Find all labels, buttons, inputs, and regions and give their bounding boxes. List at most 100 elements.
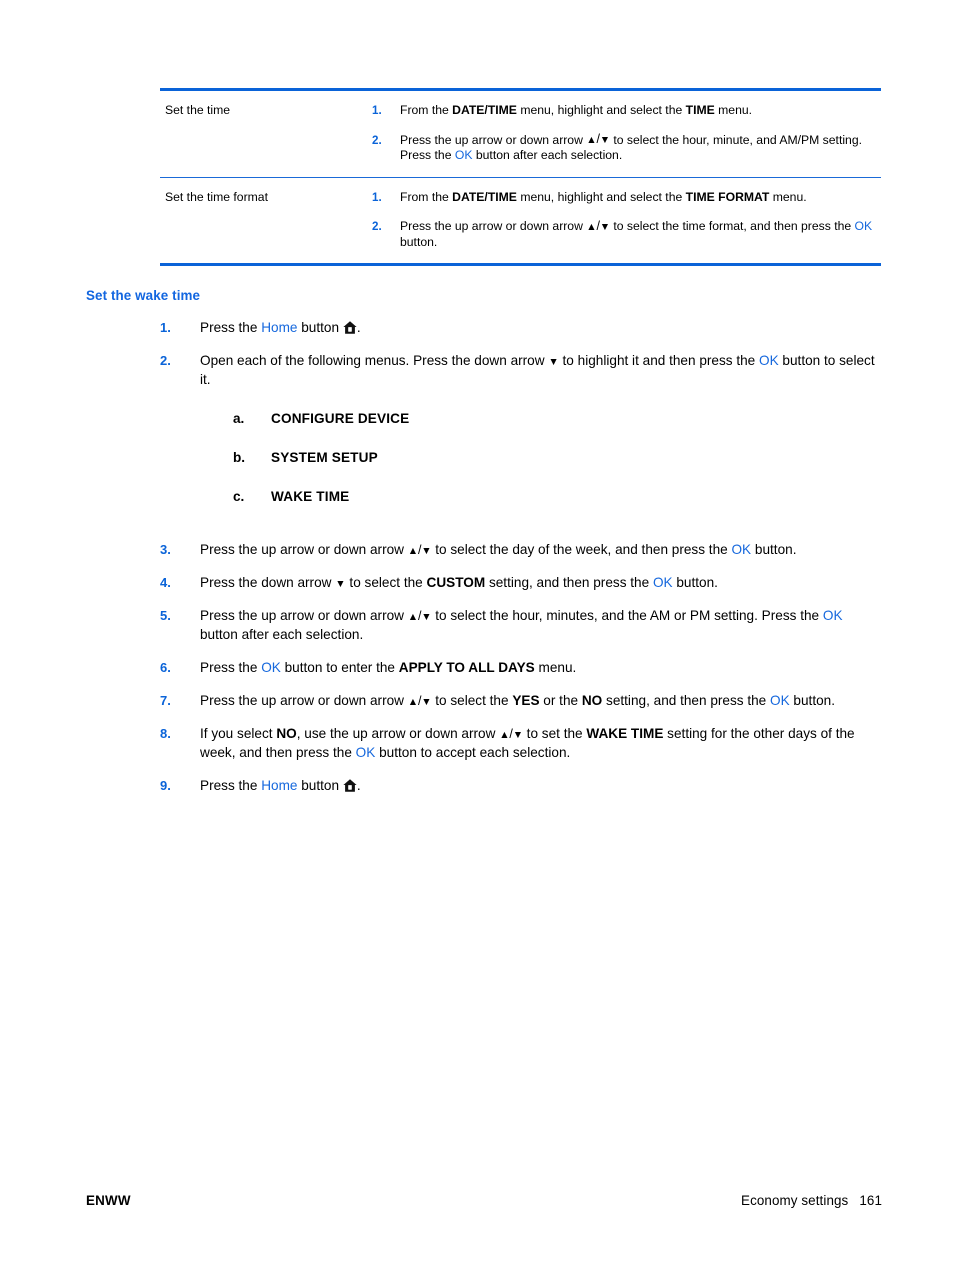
arrow-down-icon: ▼ (548, 355, 559, 368)
menu-name-date-time: DATE/TIME (452, 189, 517, 204)
table-step-number: 1. (372, 104, 382, 117)
text-fragment: button. (400, 234, 438, 249)
step-number: 7. (160, 693, 171, 708)
footer-section-title: Economy settings (741, 1193, 849, 1208)
ok-button-reference: OK (854, 219, 873, 233)
table-step-text: From the DATE/TIME menu, highlight and s… (400, 103, 881, 119)
menu-name-configure-device: CONFIGURE DEVICE (271, 411, 410, 426)
text-fragment: Press the up arrow or down arrow (200, 693, 408, 708)
table-row: Set the time 1. From the DATE/TIME menu,… (160, 91, 881, 177)
list-item: 5. Press the up arrow or down arrow ▲/▼ … (160, 606, 882, 644)
table-step-text: From the DATE/TIME menu, highlight and s… (400, 190, 881, 206)
arrow-down-icon: ▼ (512, 728, 523, 741)
list-item: 9. Press the Home button . (160, 776, 882, 795)
home-icon (343, 778, 357, 792)
text-fragment: Press the (200, 660, 262, 675)
arrow-up-down-icon: ▲/▼ (407, 543, 432, 557)
arrow-down-icon: ▼ (421, 544, 432, 557)
text-fragment: button after each selection. (200, 627, 364, 642)
text-fragment: . (356, 320, 361, 335)
setting-name-no: NO (276, 726, 297, 741)
page-footer: ENWW Economy settings 161 (86, 1193, 882, 1208)
home-button-reference: Home (261, 320, 298, 335)
ok-button-reference: OK (652, 575, 673, 590)
arrow-up-icon: ▲ (499, 728, 510, 741)
table-step: 1. From the DATE/TIME menu, highlight an… (372, 190, 881, 206)
lettered-sub-list: a. CONFIGURE DEVICE b. SYSTEM SETUP c. W… (200, 409, 882, 506)
arrow-up-down-icon: ▲/▼ (586, 133, 610, 146)
list-item: 3. Press the up arrow or down arrow ▲/▼ … (160, 540, 882, 559)
step-number: 2. (160, 353, 171, 368)
menu-name-time: TIME (685, 103, 715, 117)
arrow-up-icon: ▲ (407, 610, 418, 623)
list-item: 7. Press the up arrow or down arrow ▲/▼ … (160, 691, 882, 710)
menu-name-system-setup: SYSTEM SETUP (271, 450, 378, 465)
arrow-down-icon: ▼ (421, 695, 432, 708)
text-fragment: button after each selection. (472, 148, 623, 162)
step-number: 9. (160, 778, 171, 793)
text-fragment: button (297, 778, 343, 793)
menu-name-time-format: TIME FORMAT (685, 189, 770, 204)
table-step: 2. Press the up arrow or down arrow ▲/▼ … (372, 133, 881, 164)
menu-name-date-time: DATE/TIME (452, 103, 517, 117)
arrow-up-down-icon: ▲/▼ (407, 609, 432, 623)
menu-name-wake-time: WAKE TIME (271, 489, 350, 504)
list-item: b. SYSTEM SETUP (233, 448, 882, 467)
ok-button-reference: OK (355, 745, 376, 760)
step-text: Press the Home button . (200, 318, 882, 337)
text-fragment: to select the hour, minutes, and the AM … (431, 608, 823, 623)
text-fragment: setting, and then press the (602, 693, 771, 708)
list-item: 1. Press the Home button . (160, 318, 882, 337)
step-text: Press the up arrow or down arrow ▲/▼ to … (200, 606, 882, 644)
table-row: Set the time format 1. From the DATE/TIM… (160, 176, 881, 264)
table-row-label: Set the time (165, 103, 231, 117)
text-fragment: menu, highlight and select the (516, 189, 686, 204)
text-fragment: menu. (534, 660, 577, 675)
arrow-down-icon: ▼ (599, 134, 610, 146)
substep-marker: b. (233, 450, 246, 465)
text-fragment: If you select (200, 726, 277, 741)
home-button-reference: Home (261, 778, 298, 793)
table-step-text: Press the up arrow or down arrow ▲/▼ to … (400, 133, 881, 164)
step-text: If you select NO, use the up arrow or do… (200, 724, 882, 762)
step-number: 3. (160, 542, 171, 557)
setting-name-yes: YES (512, 693, 540, 708)
step-number: 5. (160, 608, 171, 623)
text-fragment: button to enter the (280, 660, 399, 675)
list-item: 4. Press the down arrow ▼ to select the … (160, 573, 882, 592)
step-number: 6. (160, 660, 171, 675)
text-fragment: to select the (345, 575, 427, 590)
text-fragment: to select the day of the week, and then … (431, 542, 732, 557)
setting-name-no: NO (581, 693, 603, 708)
text-fragment: Press the up arrow or down arrow (200, 542, 408, 557)
text-fragment: or the (539, 693, 582, 708)
text-fragment: button. (751, 542, 797, 557)
table-step: 2. Press the up arrow or down arrow ▲/▼ … (372, 219, 881, 250)
ok-button-reference: OK (759, 353, 779, 368)
page-number: 161 (859, 1193, 882, 1208)
text-fragment: to set the (522, 726, 587, 741)
step-text: Press the OK button to enter the APPLY T… (200, 658, 882, 677)
text-fragment: button. (789, 693, 836, 708)
table-step-number: 2. (372, 133, 382, 147)
substep-marker: c. (233, 489, 245, 504)
text-fragment: From the (400, 103, 453, 117)
step-text: Press the up arrow or down arrow ▲/▼ to … (200, 691, 882, 710)
step-text: Open each of the following menus. Press … (200, 351, 882, 526)
numbered-step-list: 1. Press the Home button . 2. Open each … (160, 318, 882, 809)
home-icon (343, 320, 357, 334)
arrow-up-down-icon: ▲/▼ (408, 694, 432, 708)
arrow-up-icon: ▲ (407, 544, 418, 557)
ok-button-reference: OK (261, 660, 281, 675)
step-text: Press the Home button . (200, 776, 882, 795)
text-fragment: . (356, 778, 361, 793)
text-fragment: Press the (200, 320, 262, 335)
document-page: Set the time 1. From the DATE/TIME menu,… (0, 0, 954, 1270)
footer-locale-code: ENWW (86, 1193, 131, 1208)
text-fragment: menu. (714, 103, 753, 117)
procedure-table: Set the time 1. From the DATE/TIME menu,… (160, 88, 881, 266)
text-fragment: to select the time format, and then pres… (609, 219, 855, 233)
ok-button-reference: OK (731, 542, 752, 557)
text-fragment: button (297, 320, 343, 335)
table-row-steps: 1. From the DATE/TIME menu, highlight an… (372, 103, 881, 164)
